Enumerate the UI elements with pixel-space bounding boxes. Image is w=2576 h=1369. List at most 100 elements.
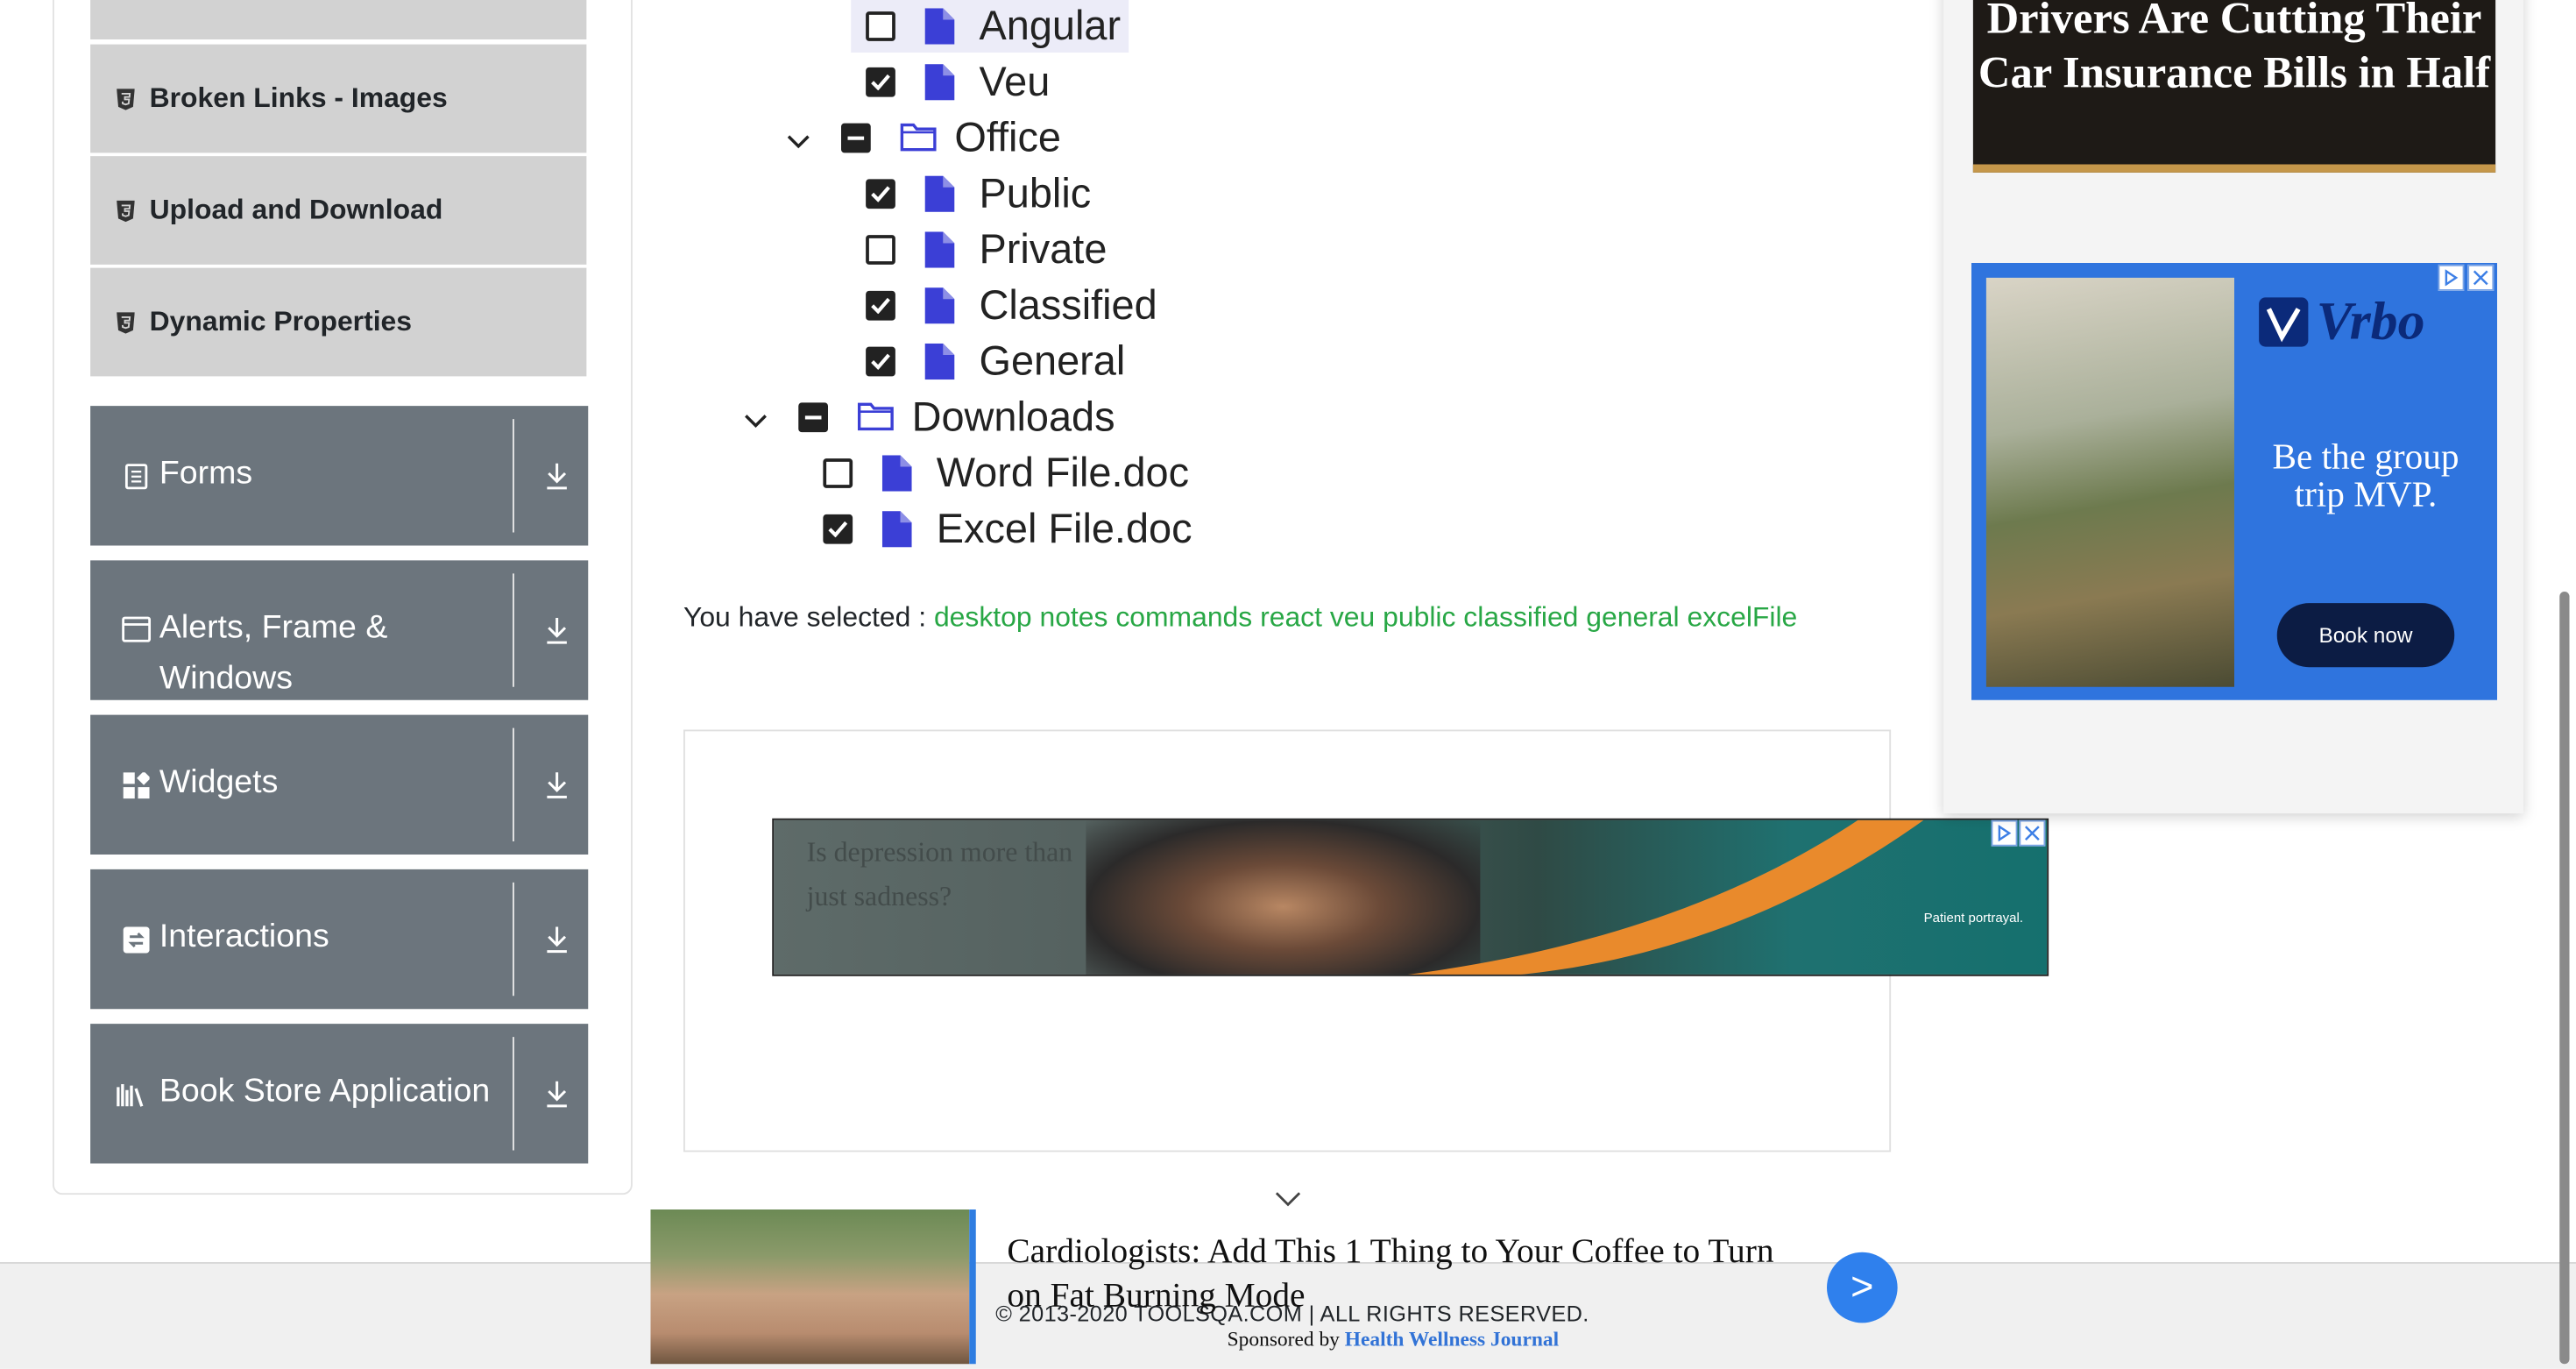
html5-icon bbox=[115, 311, 135, 333]
insurance-ad[interactable]: Drivers Are Cutting Their Car Insurance … bbox=[1972, 0, 2496, 173]
ad-headline: Cardiologists: Add This 1 Thing to Your … bbox=[1007, 1231, 1774, 1315]
file-icon bbox=[924, 287, 955, 324]
close-icon[interactable] bbox=[2019, 819, 2046, 847]
partial-checkbox-icon[interactable] bbox=[798, 402, 828, 433]
html5-icon bbox=[115, 88, 135, 110]
sidebar-item-broken-links[interactable]: Broken Links - Images bbox=[90, 44, 587, 153]
tree-node-label: Private bbox=[979, 225, 1108, 273]
sidebar-group-widgets[interactable]: Widgets bbox=[90, 714, 589, 855]
vrbo-logo-icon bbox=[2259, 297, 2309, 347]
download-icon[interactable] bbox=[542, 614, 572, 648]
tree-node-label: Office bbox=[954, 114, 1061, 160]
result-word: notes bbox=[1039, 601, 1108, 633]
ad-message: Be the group trip MVP. bbox=[2272, 435, 2459, 514]
tree-node-general[interactable]: General bbox=[866, 336, 1125, 388]
widgets-icon bbox=[122, 770, 152, 800]
close-icon[interactable] bbox=[2467, 264, 2495, 291]
checked-checkbox-icon[interactable] bbox=[866, 179, 895, 209]
sidebar-item-label: Broken Links - Images bbox=[149, 82, 448, 114]
partial-checkbox-icon[interactable] bbox=[841, 123, 871, 153]
tree-node-downloads[interactable]: Downloads bbox=[798, 391, 1115, 443]
divider bbox=[513, 727, 514, 841]
download-icon[interactable] bbox=[542, 460, 572, 493]
chevron-down-icon[interactable] bbox=[744, 408, 767, 429]
book-now-button[interactable]: Book now bbox=[2276, 603, 2455, 668]
sidebar-item-upload-download[interactable]: Upload and Download bbox=[90, 156, 587, 265]
download-icon[interactable] bbox=[542, 1078, 572, 1111]
divider bbox=[513, 1037, 514, 1151]
tree-node-classified[interactable]: Classified bbox=[866, 280, 1157, 332]
ad-headline: Drivers Are Cutting Their Car Insurance … bbox=[1978, 0, 2491, 97]
result-word: excelFile bbox=[1687, 601, 1798, 633]
divider bbox=[513, 573, 514, 687]
divider bbox=[513, 419, 514, 533]
vrbo-ad[interactable]: Vrbo Be the group trip MVP. Book now bbox=[1971, 263, 2497, 700]
result-word: public bbox=[1383, 601, 1456, 633]
download-icon[interactable] bbox=[542, 924, 572, 957]
depression-ad[interactable]: Is depression more than just sadness? Pa… bbox=[772, 818, 2049, 976]
download-icon[interactable] bbox=[542, 770, 572, 803]
tree-node-private[interactable]: Private bbox=[866, 223, 1107, 276]
group-label-line2: Windows bbox=[159, 660, 294, 697]
sidebar-group-forms[interactable]: Forms bbox=[90, 406, 589, 546]
tree-node-label: Veu bbox=[979, 58, 1051, 105]
sidebar-group-alerts[interactable]: Alerts, Frame & Windows bbox=[90, 560, 589, 700]
ad-photo bbox=[650, 1209, 976, 1365]
tree-node-label: Public bbox=[979, 170, 1092, 216]
tree-node-angular[interactable]: Angular bbox=[866, 0, 1121, 53]
scrollbar[interactable] bbox=[2559, 592, 2570, 1365]
group-label: Widgets bbox=[159, 763, 279, 801]
file-icon bbox=[924, 343, 955, 380]
file-icon bbox=[924, 64, 955, 101]
divider bbox=[513, 882, 514, 997]
result-word: commands bbox=[1115, 601, 1253, 633]
sponsor-name: Health Wellness Journal bbox=[1344, 1328, 1560, 1351]
file-icon bbox=[881, 455, 912, 492]
group-label: Interactions bbox=[159, 919, 329, 955]
adchoices-icon[interactable] bbox=[1991, 819, 2018, 847]
tree-node-label: Word File.doc bbox=[936, 449, 1190, 496]
group-label: Alerts, Frame & bbox=[159, 609, 388, 646]
file-icon bbox=[924, 8, 955, 45]
window-icon bbox=[122, 614, 152, 644]
ad-text: Is depression more than just sadness? bbox=[806, 836, 1073, 912]
folder-icon bbox=[900, 120, 937, 156]
chevron-down-icon[interactable] bbox=[787, 128, 810, 149]
result-prefix: You have selected : bbox=[683, 601, 927, 633]
group-label: Book Store Application bbox=[159, 1073, 491, 1110]
ad-note: Patient portrayal. bbox=[1923, 910, 2024, 926]
unchecked-checkbox-icon[interactable] bbox=[823, 458, 853, 488]
sidebar-subitem-previous[interactable] bbox=[90, 0, 587, 39]
tree-node-label: General bbox=[979, 337, 1126, 384]
group-label: Forms bbox=[159, 455, 253, 492]
ad-next-button[interactable]: > bbox=[1827, 1252, 1898, 1323]
checked-checkbox-icon[interactable] bbox=[866, 67, 895, 97]
tree-node-excel-file[interactable]: Excel File.doc bbox=[823, 503, 1192, 556]
adchoices-icon[interactable] bbox=[2438, 264, 2465, 291]
tree-node-office[interactable]: Office bbox=[841, 112, 1061, 165]
tree-node-label: Angular bbox=[979, 2, 1122, 49]
folder-icon bbox=[857, 400, 894, 436]
sidebar-item-dynamic-properties[interactable]: Dynamic Properties bbox=[90, 267, 587, 377]
unchecked-checkbox-icon[interactable] bbox=[866, 11, 895, 41]
sidebar-item-label: Upload and Download bbox=[149, 194, 443, 225]
tree-node-veu[interactable]: Veu bbox=[866, 56, 1050, 109]
form-icon bbox=[122, 462, 152, 492]
interactions-icon bbox=[122, 926, 152, 955]
checked-checkbox-icon[interactable] bbox=[866, 290, 895, 321]
unchecked-checkbox-icon[interactable] bbox=[866, 235, 895, 265]
result-word: react bbox=[1260, 601, 1322, 633]
result-word: desktop bbox=[933, 601, 1032, 633]
tree-node-public[interactable]: Public bbox=[866, 167, 1091, 220]
file-icon bbox=[924, 175, 955, 212]
result-word: general bbox=[1586, 601, 1680, 633]
footer-ad[interactable]: Cardiologists: Add This 1 Thing to Your … bbox=[650, 1209, 1900, 1367]
tree-node-word-file[interactable]: Word File.doc bbox=[823, 447, 1189, 500]
tree-node-label: Classified bbox=[979, 281, 1157, 329]
sidebar-group-book-store[interactable]: Book Store Application bbox=[90, 1024, 589, 1164]
checked-checkbox-icon[interactable] bbox=[866, 346, 895, 377]
sidebar-group-interactions[interactable]: Interactions bbox=[90, 869, 589, 1010]
ad-sponsor: Sponsored by Health Wellness Journal bbox=[1228, 1328, 1560, 1352]
file-icon bbox=[881, 511, 912, 548]
checked-checkbox-icon[interactable] bbox=[823, 514, 853, 544]
